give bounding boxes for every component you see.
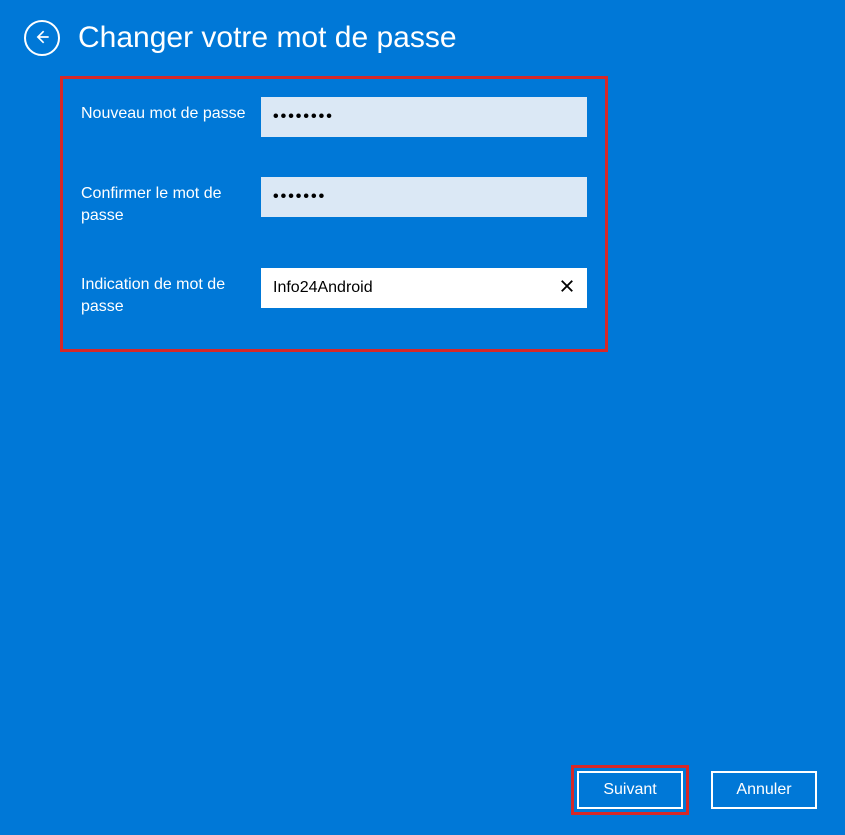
form-highlight-box: Nouveau mot de passe Confirmer le mot de… [60,76,608,352]
field-row-hint: Indication de mot de passe [81,268,587,319]
footer-buttons: Suivant Annuler [577,771,817,809]
new-password-label: Nouveau mot de passe [81,97,261,125]
clear-hint-button[interactable] [547,268,587,308]
hint-label: Indication de mot de passe [81,268,261,319]
next-button[interactable]: Suivant [577,771,683,809]
back-button[interactable] [24,20,60,56]
page-title: Changer votre mot de passe [78,21,457,55]
close-icon [558,277,576,298]
confirm-password-label: Confirmer le mot de passe [81,177,261,228]
arrow-left-icon [32,27,52,50]
cancel-button[interactable]: Annuler [711,771,817,809]
field-row-new-password: Nouveau mot de passe [81,97,587,137]
field-row-confirm-password: Confirmer le mot de passe [81,177,587,228]
confirm-password-input[interactable] [261,177,587,217]
hint-input[interactable] [261,268,587,308]
new-password-input[interactable] [261,97,587,137]
